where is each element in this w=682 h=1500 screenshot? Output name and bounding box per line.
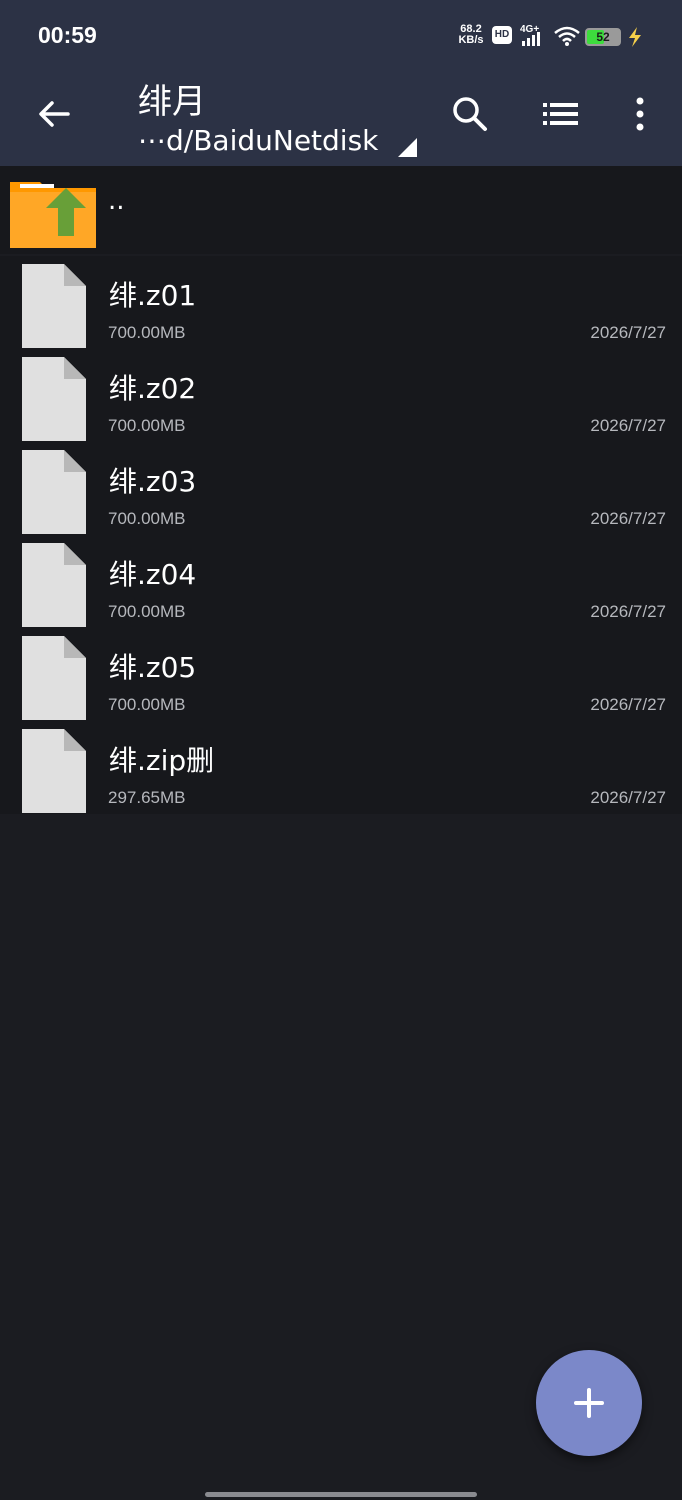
wifi-icon <box>554 26 580 46</box>
file-row[interactable]: 绯.z04 700.00MB 2026/7/27 <box>0 535 682 628</box>
file-name: 绯.z02 <box>109 372 197 405</box>
search-icon[interactable] <box>446 90 494 138</box>
battery-icon: 52 <box>585 28 621 46</box>
plus-icon <box>574 1388 604 1418</box>
file-icon <box>22 729 86 813</box>
charging-icon <box>629 27 641 47</box>
parent-directory-label: .. <box>108 186 125 216</box>
status-time: 00:59 <box>38 22 97 48</box>
file-name: 绯.z01 <box>109 279 197 312</box>
hd-icon: HD <box>492 26 512 44</box>
file-date: 2026/7/27 <box>590 695 666 714</box>
path-selector[interactable]: ⋯d/BaiduNetdisk <box>138 124 378 157</box>
folder-up-icon <box>10 182 96 248</box>
file-size: 700.00MB <box>108 509 186 528</box>
signal-icon: 4G+ <box>518 24 548 48</box>
file-list: 绯.z01 700.00MB 2026/7/27 绯.z02 700.00MB … <box>0 256 682 814</box>
file-size: 700.00MB <box>108 323 186 342</box>
list-view-icon[interactable] <box>536 90 584 138</box>
signal-label: 4G+ <box>520 24 540 35</box>
file-date: 2026/7/27 <box>590 323 666 342</box>
file-row[interactable]: 绯.z02 700.00MB 2026/7/27 <box>0 349 682 442</box>
file-row[interactable]: 绯.z05 700.00MB 2026/7/27 <box>0 628 682 721</box>
page-title: 绯月 <box>138 82 206 122</box>
file-date: 2026/7/27 <box>590 416 666 435</box>
file-size: 700.00MB <box>108 416 186 435</box>
more-vert-icon[interactable] <box>616 90 664 138</box>
file-name: 绯.zip删 <box>109 744 215 777</box>
add-button[interactable] <box>536 1350 642 1456</box>
file-row[interactable]: 绯.zip删 297.65MB 2026/7/27 <box>0 721 682 814</box>
parent-directory-row[interactable]: .. <box>0 166 682 254</box>
net-speed-unit: KB/s <box>458 34 484 46</box>
file-size: 700.00MB <box>108 695 186 714</box>
file-icon <box>22 450 86 534</box>
file-date: 2026/7/27 <box>590 509 666 528</box>
file-size: 297.65MB <box>108 788 186 807</box>
battery-level: 52 <box>596 30 610 44</box>
file-icon <box>22 264 86 348</box>
arrow-left-icon[interactable] <box>30 90 78 138</box>
home-indicator[interactable] <box>205 1492 477 1497</box>
file-size: 700.00MB <box>108 602 186 621</box>
dropdown-triangle-icon[interactable] <box>396 136 418 158</box>
file-name: 绯.z05 <box>109 651 197 684</box>
file-icon <box>22 543 86 627</box>
net-speed: 68.2 KB/s <box>454 24 488 46</box>
file-name: 绯.z04 <box>109 558 197 591</box>
file-icon <box>22 357 86 441</box>
file-row[interactable]: 绯.z01 700.00MB 2026/7/27 <box>0 256 682 349</box>
file-icon <box>22 636 86 720</box>
app-bar: 00:59 68.2 KB/s HD 4G+ 52 绯月 ⋯d/BaiduNet… <box>0 0 682 166</box>
file-row[interactable]: 绯.z03 700.00MB 2026/7/27 <box>0 442 682 535</box>
file-name: 绯.z03 <box>109 465 197 498</box>
file-date: 2026/7/27 <box>590 602 666 621</box>
file-date: 2026/7/27 <box>590 788 666 807</box>
